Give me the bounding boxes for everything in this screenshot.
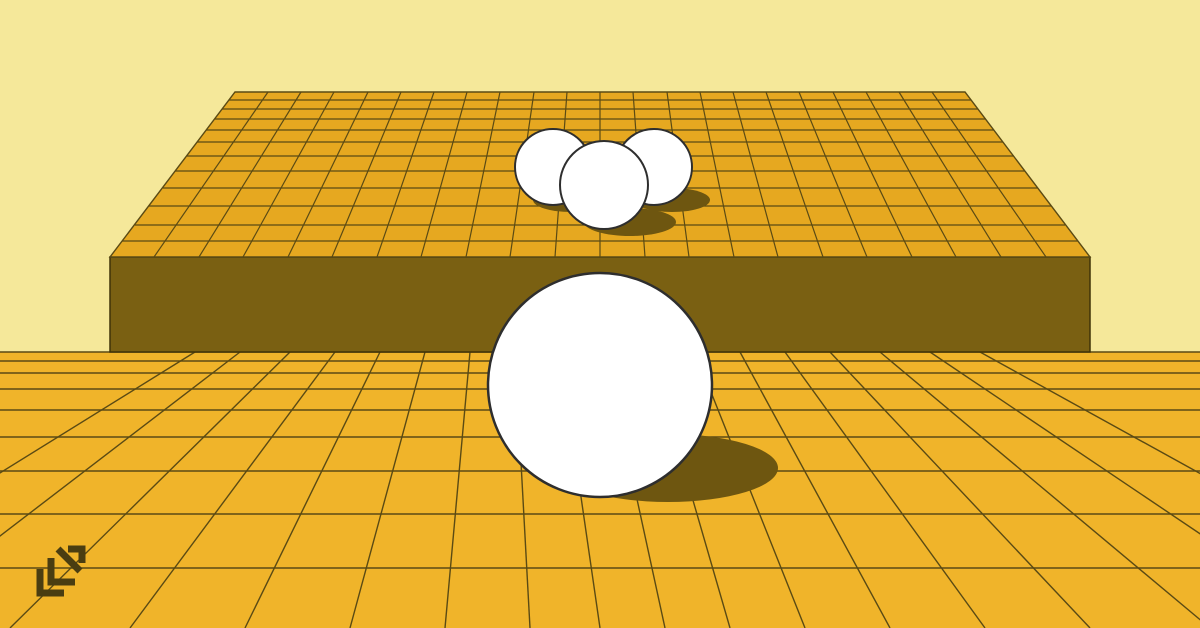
arrow-corner-logo [34, 545, 88, 604]
sphere-small-front [560, 141, 648, 229]
scene-svg [0, 0, 1200, 628]
illustration-canvas [0, 0, 1200, 628]
logo-icon [34, 545, 88, 599]
sphere-large [488, 273, 712, 497]
